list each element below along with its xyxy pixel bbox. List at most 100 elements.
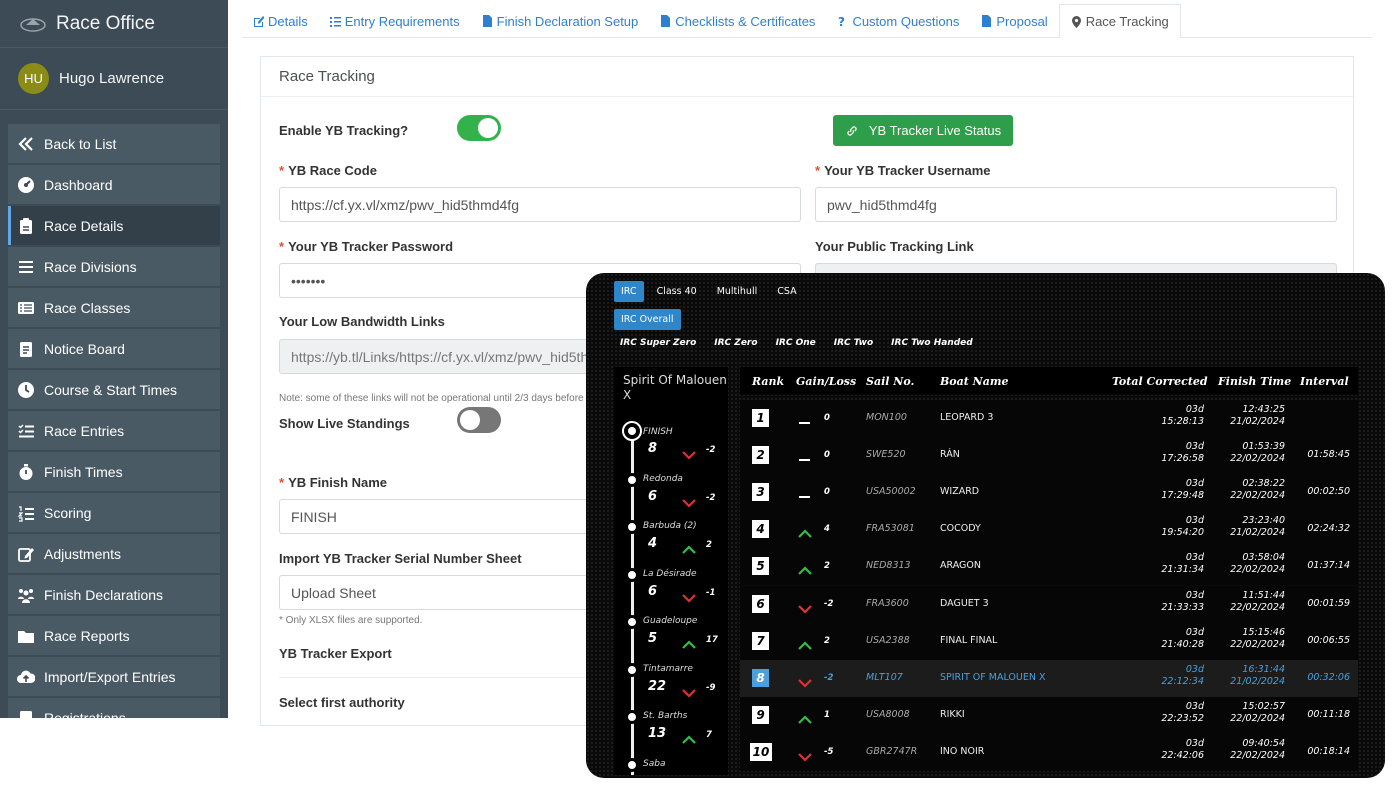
enable-tracking-toggle[interactable] xyxy=(457,115,501,141)
table-row[interactable]: 1 0 MON100 LEOPARD 3 03d 15:28:13 12:43:25 21/0… xyxy=(740,400,1358,437)
user-profile[interactable]: HU Hugo Lawrence xyxy=(0,48,228,110)
waypoint[interactable]: Barbuda (2) 4 2 xyxy=(614,520,728,567)
sub-tab-irc-zero[interactable]: IRC Zero xyxy=(714,338,757,348)
sub-tab-irc-two-handed[interactable]: IRC Two Handed xyxy=(891,338,973,348)
gain-loss-down-icon xyxy=(798,604,812,614)
finish-time: 02:38:22 22/02/2024 xyxy=(1212,478,1285,502)
sidebar-item-race-reports[interactable]: Race Reports xyxy=(8,616,220,655)
sidebar-item-label: Scoring xyxy=(44,504,92,521)
sub-tab-irc-super-zero[interactable]: IRC Super Zero xyxy=(620,338,696,348)
table-row[interactable]: 3 0 USA50002 WIZARD 03d 17:29:48 02:38:22 22/02… xyxy=(740,474,1358,512)
table-row[interactable]: 9 1 USA8008 RIKKI 03d 22:23:52 15:02:57 22/02/2… xyxy=(740,696,1358,734)
race-code-input[interactable]: https://cf.yx.vl/xmz/pwv_hid5thmd4fg xyxy=(279,187,801,222)
gain-loss-up-icon xyxy=(798,566,812,576)
brand[interactable]: Race Office xyxy=(0,0,228,48)
finish-time: 15:02:57 22/02/2024 xyxy=(1212,701,1285,725)
table-row[interactable]: 7 2 USA2388 FINAL FINAL 03d 21:40:28 15:15:46 2… xyxy=(740,622,1358,660)
live-standings-toggle[interactable] xyxy=(457,407,501,433)
sidebar-item-race-entries[interactable]: Race Entries xyxy=(8,411,220,450)
finish-date: 22/02/2024 xyxy=(1230,712,1285,724)
sidebar-item-registrations[interactable]: Registrations xyxy=(8,698,220,718)
total-corrected: 03d 22:12:34 xyxy=(1132,664,1204,688)
rank-badge: 4 xyxy=(752,520,769,539)
live-status-button[interactable]: YB Tracker Live Status xyxy=(833,115,1013,146)
header-rank: Rank xyxy=(752,375,785,388)
sidebar-item-label: Notice Board xyxy=(44,340,125,357)
sail-number: MLT107 xyxy=(866,671,903,683)
tab-proposal[interactable]: Proposal xyxy=(970,4,1058,38)
list-icon xyxy=(16,298,36,318)
gain-loss-indicator xyxy=(798,450,812,462)
sidebar-item-dashboard[interactable]: Dashboard xyxy=(8,165,220,204)
class-tab-multihull[interactable]: Multihull xyxy=(710,281,765,302)
waypoint[interactable]: Tintamarre 22 -9 xyxy=(614,662,728,710)
waypoint[interactable]: St. Barths 13 7 xyxy=(614,710,728,757)
waypoint-rank: 22 xyxy=(648,678,667,694)
tab-custom-questions[interactable]: ? Custom Questions xyxy=(826,4,970,38)
total-corrected: 03d 21:33:33 xyxy=(1132,590,1204,614)
waypoint-rank: 5 xyxy=(648,631,658,646)
tab-race-tracking[interactable]: Race Tracking xyxy=(1058,4,1181,39)
table-row[interactable]: 10 -5 GBR2747R INO NOIR 03d 22:42:06 09:40:54 2… xyxy=(740,733,1358,771)
sidebar-item-back-to-list[interactable]: Back to List xyxy=(8,124,220,163)
tab-irc-overall[interactable]: IRC Overall xyxy=(614,309,681,330)
interval: 00:11:18 xyxy=(1307,708,1350,720)
people-icon xyxy=(16,585,36,605)
sidebar-item-scoring[interactable]: Scoring xyxy=(8,493,220,532)
interval: 02:24:32 xyxy=(1307,523,1350,535)
tab-entry-requirements[interactable]: Entry Requirements xyxy=(319,4,471,38)
sidebar-item-import-export-entries[interactable]: Import/Export Entries xyxy=(8,657,220,696)
required-mark: * xyxy=(815,163,821,178)
username-input[interactable]: pwv_hid5thmd4fg xyxy=(815,187,1337,222)
sidebar-item-race-divisions[interactable]: Race Divisions xyxy=(8,247,220,286)
boat-name: COCODY xyxy=(940,523,981,535)
gain-loss-flat-icon xyxy=(799,496,810,499)
tracker-standings-panel: IRC Class 40 Multihull CSA IRC Overall IRC … xyxy=(586,273,1385,778)
waypoint[interactable]: Saba xyxy=(614,757,728,779)
waypoint[interactable]: Guadeloupe 5 17 xyxy=(614,615,728,662)
sidebar-item-race-details[interactable]: Race Details xyxy=(8,206,220,245)
waypoint[interactable]: Redonda 6 -2 xyxy=(614,472,728,520)
total-corrected: 03d 17:26:58 xyxy=(1132,441,1204,465)
sidebar-item-label: Race Divisions xyxy=(44,258,137,275)
waypoint-name: Barbuda (2) xyxy=(643,521,697,531)
sidebar-item-finish-declarations[interactable]: Finish Declarations xyxy=(8,575,220,614)
gain-loss-indicator xyxy=(798,561,812,576)
class-tab-class-40[interactable]: Class 40 xyxy=(650,281,704,302)
class-tab-irc[interactable]: IRC xyxy=(614,281,644,302)
authority-label: Select first authority xyxy=(279,695,405,710)
required-mark: * xyxy=(279,475,285,490)
sail-number: SWE520 xyxy=(866,449,906,461)
sub-tab-irc-two[interactable]: IRC Two xyxy=(834,338,873,348)
tab-checklists-certificates[interactable]: Checklists & Certificates xyxy=(649,4,826,38)
waypoint[interactable]: FINISH 8 -2 xyxy=(614,421,728,472)
sub-tab-irc-one[interactable]: IRC One xyxy=(776,338,816,348)
rank-badge: 3 xyxy=(752,483,769,502)
waypoint-marker xyxy=(625,615,639,629)
sidebar-item-adjustments[interactable]: Adjustments xyxy=(8,534,220,573)
tab-finish-declaration-setup[interactable]: Finish Declaration Setup xyxy=(471,4,650,38)
table-row[interactable]: 5 2 NED8313 ARAGON 03d 21:31:34 03:58:04 22/02/… xyxy=(740,548,1358,586)
tab-details[interactable]: Details xyxy=(242,4,319,38)
waypoint-rank: 4 xyxy=(648,536,658,551)
table-row[interactable]: 4 4 FRA53081 COCODY 03d 19:54:20 23:23:40 21/02… xyxy=(740,511,1358,549)
sidebar-item-label: Race Reports xyxy=(44,627,130,644)
total-corrected: 03d 21:40:28 xyxy=(1132,627,1204,651)
table-row[interactable]: 8 -2 MLT107 SPIRIT OF MALOUEN X 03d 22:12:34 1… xyxy=(740,659,1358,697)
total-corrected: 03d 22:42:06 xyxy=(1132,738,1204,762)
finish-clock: 15:02:57 xyxy=(1242,700,1285,712)
table-row[interactable]: 2 0 SWE520 RÁN 03d 17:26:58 01:53:39 22/02/2024… xyxy=(740,437,1358,475)
waypoint-marker xyxy=(625,520,639,534)
boat-name: RÁN xyxy=(940,449,960,461)
boat-title: Spirit Of Malouen X xyxy=(623,373,727,402)
sidebar-item-course-start-times[interactable]: Course & Start Times xyxy=(8,370,220,409)
total-days: 03d xyxy=(1185,626,1204,638)
sidebar-item-finish-times[interactable]: Finish Times xyxy=(8,452,220,491)
class-tab-csa[interactable]: CSA xyxy=(770,281,803,302)
finish-clock: 15:15:46 xyxy=(1242,626,1285,638)
waypoint[interactable]: La Désirade 6 -1 xyxy=(614,567,728,615)
sidebar-item-notice-board[interactable]: Notice Board xyxy=(8,329,220,368)
total-days: 03d xyxy=(1185,737,1204,749)
table-row[interactable]: 6 -2 FRA3600 DAGUET 3 03d 21:33:33 11:51:44 22/… xyxy=(740,585,1358,623)
sidebar-item-race-classes[interactable]: Race Classes xyxy=(8,288,220,327)
